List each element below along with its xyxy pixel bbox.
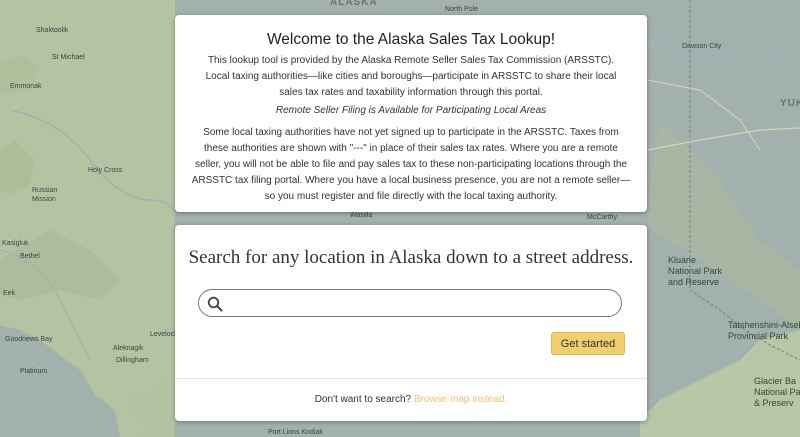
map-label-levelock: Levelock xyxy=(150,331,178,338)
map-label-tatshenshini: Tatshenshini-Alsek Provincial Park xyxy=(728,320,800,341)
map-label-alaska: ALASKA xyxy=(330,0,378,8)
map-label-emmonak: Emmonak xyxy=(10,83,42,90)
search-box[interactable] xyxy=(198,289,622,317)
map-label-kasigluk: Kasigluk xyxy=(2,240,29,247)
map-label-shaktoolik: Shaktoolik xyxy=(36,27,69,34)
welcome-notice: Remote Seller Filing is Available for Pa… xyxy=(275,105,547,116)
map-label-port-lions: Port Lions Kodiak xyxy=(268,429,323,436)
map-label-mccarthy: McCarthy xyxy=(587,214,617,221)
map-label-goodnews-bay: Goodnews Bay xyxy=(5,336,53,343)
map-label-kluane: Kluane National Park and Reserve xyxy=(668,255,723,287)
map-label-wasilla: Wasilla xyxy=(350,212,373,219)
map-label-platinum: Platinum xyxy=(20,368,48,375)
map-label-yukon: YUK xyxy=(780,98,800,109)
map-label-dillingham: Dillingham xyxy=(116,357,149,364)
welcome-details: Some local taxing authorities have not y… xyxy=(191,127,631,202)
search-input[interactable] xyxy=(233,293,617,315)
map-label-dawson-city: Dawson City xyxy=(682,43,722,50)
welcome-title: Welcome to the Alaska Sales Tax Lookup! xyxy=(266,31,556,48)
map-label-aleknagik: Aleknagik xyxy=(113,345,144,352)
search-card: Search for any location in Alaska down t… xyxy=(175,225,647,421)
get-started-button[interactable]: Get started xyxy=(551,332,625,355)
browse-map-link[interactable]: Browse map instead. xyxy=(414,394,507,405)
welcome-intro: This lookup tool is provided by the Alas… xyxy=(205,55,617,98)
map-label-eek: Eek xyxy=(3,290,16,297)
search-heading: Search for any location in Alaska down t… xyxy=(188,247,634,268)
map-label-glacier-bay: Glacier Ba National Park & Preserv xyxy=(754,376,800,408)
map-label-holy-cross: Holy Cross xyxy=(88,167,123,174)
map-label-russian-mission: Russian Mission xyxy=(32,187,58,203)
map-label-st-michael: St Michael xyxy=(52,54,85,61)
divider xyxy=(175,378,647,379)
map-label-north-pole: North Pole xyxy=(445,6,479,13)
map-label-bethel: Bethel xyxy=(20,253,40,260)
welcome-card: Welcome to the Alaska Sales Tax Lookup! … xyxy=(175,15,647,212)
browse-footer: Don't want to search? Browse map instead… xyxy=(175,394,647,405)
browse-footer-text: Don't want to search? xyxy=(314,394,412,405)
search-icon xyxy=(207,296,223,312)
